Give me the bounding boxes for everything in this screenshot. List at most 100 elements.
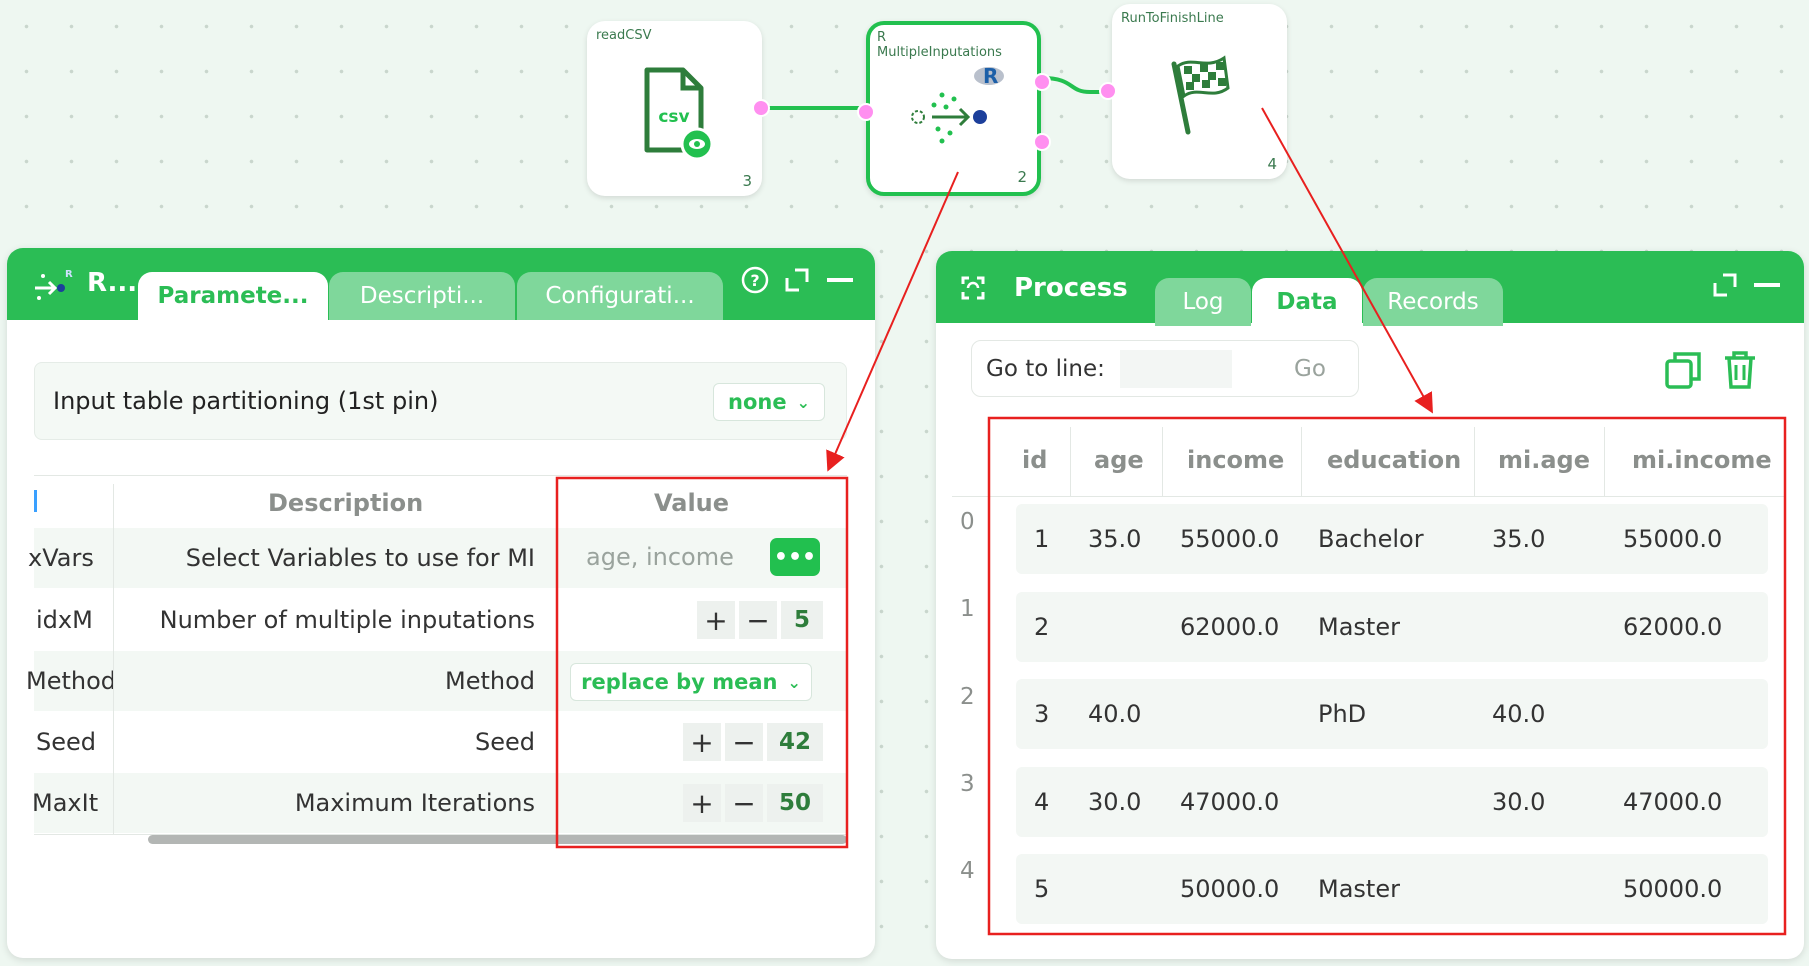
panel-title: R... — [87, 268, 138, 298]
process-icon — [961, 276, 985, 300]
cell-mi-age: 35.0 — [1492, 525, 1546, 553]
cell-age: 35.0 — [1088, 525, 1142, 553]
tab-records[interactable]: Records — [1363, 278, 1503, 326]
row-index: 4 — [960, 858, 975, 884]
imputation-icon — [911, 92, 987, 144]
decrement-button[interactable]: − — [725, 784, 763, 822]
help-icon[interactable]: ? — [741, 266, 769, 294]
output-pin[interactable] — [752, 99, 770, 117]
table-row[interactable]: 3 40.0 PhD 40.0 — [1016, 679, 1768, 749]
tab-configuration[interactable]: Configurati... — [517, 272, 723, 320]
column-divider — [1070, 427, 1071, 497]
checkered-flag-icon — [1171, 55, 1230, 135]
cell-id: 5 — [1034, 875, 1050, 903]
node-readcsv[interactable]: readCSV csv 3 — [587, 21, 770, 196]
cell-age: 30.0 — [1088, 788, 1142, 816]
tab-log[interactable]: Log — [1155, 278, 1251, 326]
column-divider — [1604, 427, 1605, 497]
table-row[interactable]: 1 35.0 55000.0 Bachelor 35.0 55000.0 — [1016, 504, 1768, 574]
cell-education: PhD — [1318, 700, 1367, 728]
column-header-description: Description — [268, 489, 424, 517]
tab-data[interactable]: Data — [1252, 278, 1362, 326]
cell-education: Master — [1318, 613, 1400, 641]
partition-select[interactable]: none ⌄ — [713, 383, 825, 421]
xvars-value: age, income — [586, 543, 734, 571]
method-value: replace by mean — [581, 670, 778, 694]
increment-button[interactable]: + — [697, 601, 735, 639]
panel-header: R R... Paramete... Descripti... Configur… — [7, 248, 875, 320]
table-row[interactable]: 5 50000.0 Master 50000.0 — [1016, 854, 1768, 924]
divider — [952, 496, 1784, 497]
more-options-button[interactable]: ••• — [770, 538, 820, 576]
minimize-icon[interactable] — [1752, 271, 1782, 299]
column-divider — [1474, 427, 1475, 497]
decrement-button[interactable]: − — [739, 601, 777, 639]
decrement-button[interactable]: − — [725, 723, 763, 761]
column-header-mi-income: mi.income — [1632, 446, 1772, 474]
increment-button[interactable]: + — [683, 723, 721, 761]
table-row[interactable]: 2 62000.0 Master 62000.0 — [1016, 592, 1768, 662]
stepper-value[interactable]: 42 — [767, 723, 823, 761]
tab-parameters[interactable]: Paramete... — [138, 272, 328, 320]
table-row[interactable]: 4 30.0 47000.0 30.0 47000.0 — [1016, 767, 1768, 837]
svg-text:csv: csv — [658, 107, 689, 127]
partition-value: none — [728, 390, 787, 414]
expand-icon[interactable] — [1711, 271, 1739, 299]
row-index: 3 — [960, 771, 975, 797]
param-row: idxM Number of multiple inputations + − … — [34, 590, 847, 650]
column-header-value: Value — [654, 489, 730, 517]
cell-age: 40.0 — [1088, 700, 1142, 728]
method-select[interactable]: replace by mean ⌄ — [570, 663, 812, 701]
csv-file-icon: csv — [644, 67, 711, 161]
chevron-down-icon: ⌄ — [796, 392, 810, 412]
cell-education: Master — [1318, 875, 1400, 903]
module-icon: R — [35, 269, 73, 300]
divider — [34, 475, 847, 476]
go-button[interactable]: Go — [1294, 356, 1326, 382]
horizontal-scrollbar[interactable] — [148, 835, 847, 844]
node-run-to-finish-line[interactable]: RunToFinishLine 4 — [1099, 4, 1287, 179]
column-divider — [1162, 427, 1163, 497]
cell-mi-age: 30.0 — [1492, 788, 1546, 816]
column-header-income: income — [1187, 446, 1285, 474]
tab-description[interactable]: Descripti... — [329, 272, 515, 320]
idxm-stepper[interactable]: + − 5 — [697, 601, 823, 639]
expand-icon[interactable] — [783, 266, 811, 294]
copy-icon[interactable] — [1664, 350, 1702, 390]
row-index: 1 — [960, 596, 975, 622]
cell-mi-income: 62000.0 — [1623, 613, 1723, 641]
cell-mi-age: 40.0 — [1492, 700, 1546, 728]
cell-income: 47000.0 — [1180, 788, 1280, 816]
stepper-value[interactable]: 50 — [767, 784, 823, 822]
output-pin-1[interactable] — [1033, 73, 1051, 91]
r-logo-icon: R — [974, 64, 1004, 88]
input-pin[interactable] — [1099, 82, 1117, 100]
cell-education: Bachelor — [1318, 525, 1424, 553]
node-title: readCSV — [596, 28, 652, 43]
svg-text:R: R — [65, 269, 73, 280]
stepper-value[interactable]: 5 — [781, 601, 823, 639]
goto-line-input[interactable] — [1120, 350, 1232, 388]
output-pin-2[interactable] — [1033, 133, 1051, 151]
column-divider — [1301, 427, 1302, 497]
trash-icon[interactable] — [1722, 350, 1758, 390]
cell-income: 55000.0 — [1180, 525, 1280, 553]
column-header-id: id — [1022, 446, 1048, 474]
param-description: Maximum Iterations — [294, 789, 535, 817]
increment-button[interactable]: + — [683, 784, 721, 822]
node-multiple-inputations[interactable]: R MultipleInputations R 2 — [857, 21, 1051, 196]
column-resize-marker — [34, 490, 37, 512]
minimize-icon[interactable] — [825, 266, 855, 294]
column-header-mi-age: mi.age — [1498, 446, 1591, 474]
input-pin[interactable] — [857, 103, 875, 121]
cell-income: 62000.0 — [1180, 613, 1280, 641]
param-description: Seed — [475, 728, 535, 756]
node-title: R MultipleInputations — [877, 30, 1002, 60]
seed-stepper[interactable]: + − 42 — [683, 723, 823, 761]
node-title: RunToFinishLine — [1121, 11, 1224, 26]
column-header-age: age — [1094, 446, 1144, 474]
maxit-stepper[interactable]: + − 50 — [683, 784, 823, 822]
panel-header: Process Log Data Records — [936, 251, 1804, 326]
column-header-education: education — [1327, 446, 1462, 474]
param-name: MaxIt — [32, 789, 99, 817]
